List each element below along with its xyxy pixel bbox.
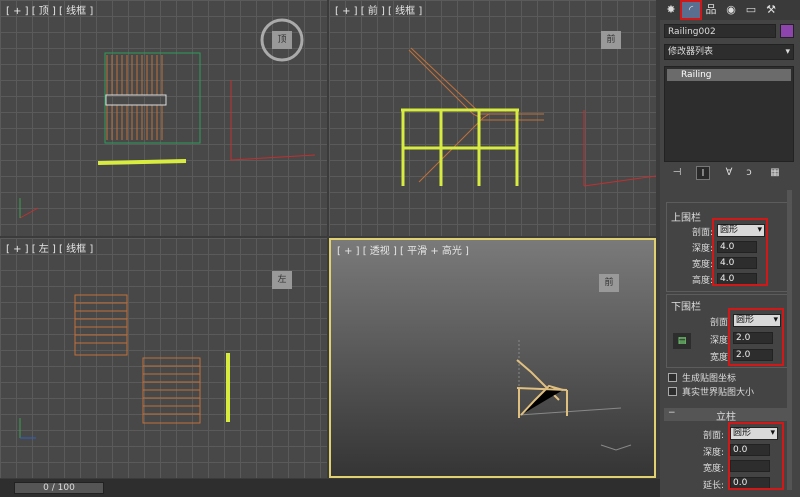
posts-extend-label: 延长: <box>702 481 724 491</box>
chevron-down-icon: ▾ <box>785 47 790 57</box>
stack-tools: ⊣ Ⅰ ∀ ↄ ▦ <box>664 166 794 182</box>
viewport-perspective[interactable]: [ + ] [ 透视 ] [ 平滑 + 高光 ] 前 <box>329 238 656 478</box>
panel-scrollbar[interactable] <box>787 190 792 490</box>
viewport-top[interactable]: [ + ] [ 顶 ] [ 线框 ] 顶 <box>0 0 327 236</box>
lower-width-label: 宽度: <box>709 353 731 363</box>
posts-title: 立柱 <box>716 412 736 423</box>
viewcube-top[interactable]: 顶 <box>272 31 292 49</box>
upper-depth-label: 深度: <box>691 244 713 254</box>
real-world-map-checkbox[interactable] <box>668 387 677 396</box>
utilities-tab-icon[interactable]: ⚒ <box>762 2 780 18</box>
chevron-down-icon: ▾ <box>773 315 778 325</box>
command-panel: ✸ ◜ 品 ◉ ▭ ⚒ Railing002 修改器列表 ▾ Railing ⊣… <box>660 0 800 497</box>
chevron-down-icon: ▾ <box>757 225 762 235</box>
real-world-map-label: 真实世界贴图大小 <box>682 388 755 398</box>
posts-extend-spinner[interactable]: 0.0 <box>730 477 770 489</box>
upper-height-label: 高度: <box>691 276 713 286</box>
object-name-field[interactable]: Railing002 <box>664 24 776 38</box>
posts-depth-label: 深度: <box>702 448 724 458</box>
lower-rail-rollout: 下围栏 剖面: 圆形 ▾ 深度: 2.0 宽度: 2.0 ▤ <box>666 294 790 368</box>
time-slider[interactable]: 0 / 100 <box>14 482 104 494</box>
upper-rail-title: 上围栏 <box>671 213 701 224</box>
pin-stack-icon[interactable]: ⊣ <box>670 166 684 180</box>
viewcube-left[interactable]: 左 <box>272 271 292 289</box>
motion-tab-icon[interactable]: ◉ <box>722 2 740 18</box>
viewport-front[interactable]: [ + ] [ 前 ] [ 线框 ] 前 <box>329 0 656 236</box>
remove-modifier-icon[interactable]: ↄ <box>742 166 756 180</box>
show-end-result-icon[interactable]: Ⅰ <box>696 166 710 180</box>
gen-map-coords-label: 生成贴图坐标 <box>682 374 737 384</box>
viewport-left[interactable]: [ + ] [ 左 ] [ 线框 ] 左 <box>0 238 327 478</box>
upper-width-spinner[interactable]: 4.0 <box>717 257 757 269</box>
viewcube-perspective[interactable]: 前 <box>599 274 619 292</box>
command-tabs: ✸ ◜ 品 ◉ ▭ ⚒ <box>660 0 800 20</box>
posts-width-spinner[interactable] <box>730 460 770 472</box>
upper-width-label: 宽度: <box>691 260 713 270</box>
upper-profile-value: 圆形 <box>720 225 739 235</box>
upper-rail-rollout: 上围栏 剖面: 圆形 ▾ 深度: 4.0 宽度: 4.0 高度: 4.0 <box>666 202 790 292</box>
posts-profile-label: 剖面: <box>702 431 724 441</box>
timeline-bar[interactable]: 0 / 100 <box>0 479 660 497</box>
spacing-tool-icon[interactable]: ▤ <box>673 333 691 349</box>
create-tab-icon[interactable]: ✸ <box>662 2 680 18</box>
lower-rail-title: 下围栏 <box>671 302 701 313</box>
lower-width-spinner[interactable]: 2.0 <box>733 349 773 361</box>
modify-tab-icon[interactable]: ◜ <box>680 0 702 20</box>
lower-depth-label: 深度: <box>709 336 731 346</box>
posts-depth-spinner[interactable]: 0.0 <box>730 444 770 456</box>
posts-profile-dropdown[interactable]: 圆形 ▾ <box>730 427 778 440</box>
modifier-stack[interactable]: Railing <box>664 66 794 162</box>
posts-profile-value: 圆形 <box>733 428 752 438</box>
chevron-down-icon: ▾ <box>770 428 775 438</box>
modifier-list-dropdown[interactable]: 修改器列表 ▾ <box>664 44 794 60</box>
stack-item-railing[interactable]: Railing <box>667 69 791 81</box>
lower-profile-value: 圆形 <box>736 315 755 325</box>
display-tab-icon[interactable]: ▭ <box>742 2 760 18</box>
viewcube-front[interactable]: 前 <box>601 31 621 49</box>
modifier-list-label: 修改器列表 <box>668 47 714 57</box>
gen-map-coords-checkbox[interactable] <box>668 373 677 382</box>
upper-profile-label: 剖面: <box>691 228 713 238</box>
object-color-swatch[interactable] <box>780 24 794 38</box>
posts-width-label: 宽度: <box>702 464 724 474</box>
lower-profile-label: 剖面: <box>709 318 731 328</box>
upper-height-spinner[interactable]: 4.0 <box>717 273 757 285</box>
configure-sets-icon[interactable]: ▦ <box>768 166 782 180</box>
lower-depth-spinner[interactable]: 2.0 <box>733 332 773 344</box>
hierarchy-tab-icon[interactable]: 品 <box>702 2 720 18</box>
upper-profile-dropdown[interactable]: 圆形 ▾ <box>717 224 765 237</box>
lower-profile-dropdown[interactable]: 圆形 ▾ <box>733 314 781 327</box>
make-unique-icon[interactable]: ∀ <box>722 166 736 180</box>
upper-depth-spinner[interactable]: 4.0 <box>717 241 757 253</box>
collapse-icon: − <box>668 408 676 418</box>
posts-rollout-header[interactable]: − 立柱 <box>664 408 792 423</box>
